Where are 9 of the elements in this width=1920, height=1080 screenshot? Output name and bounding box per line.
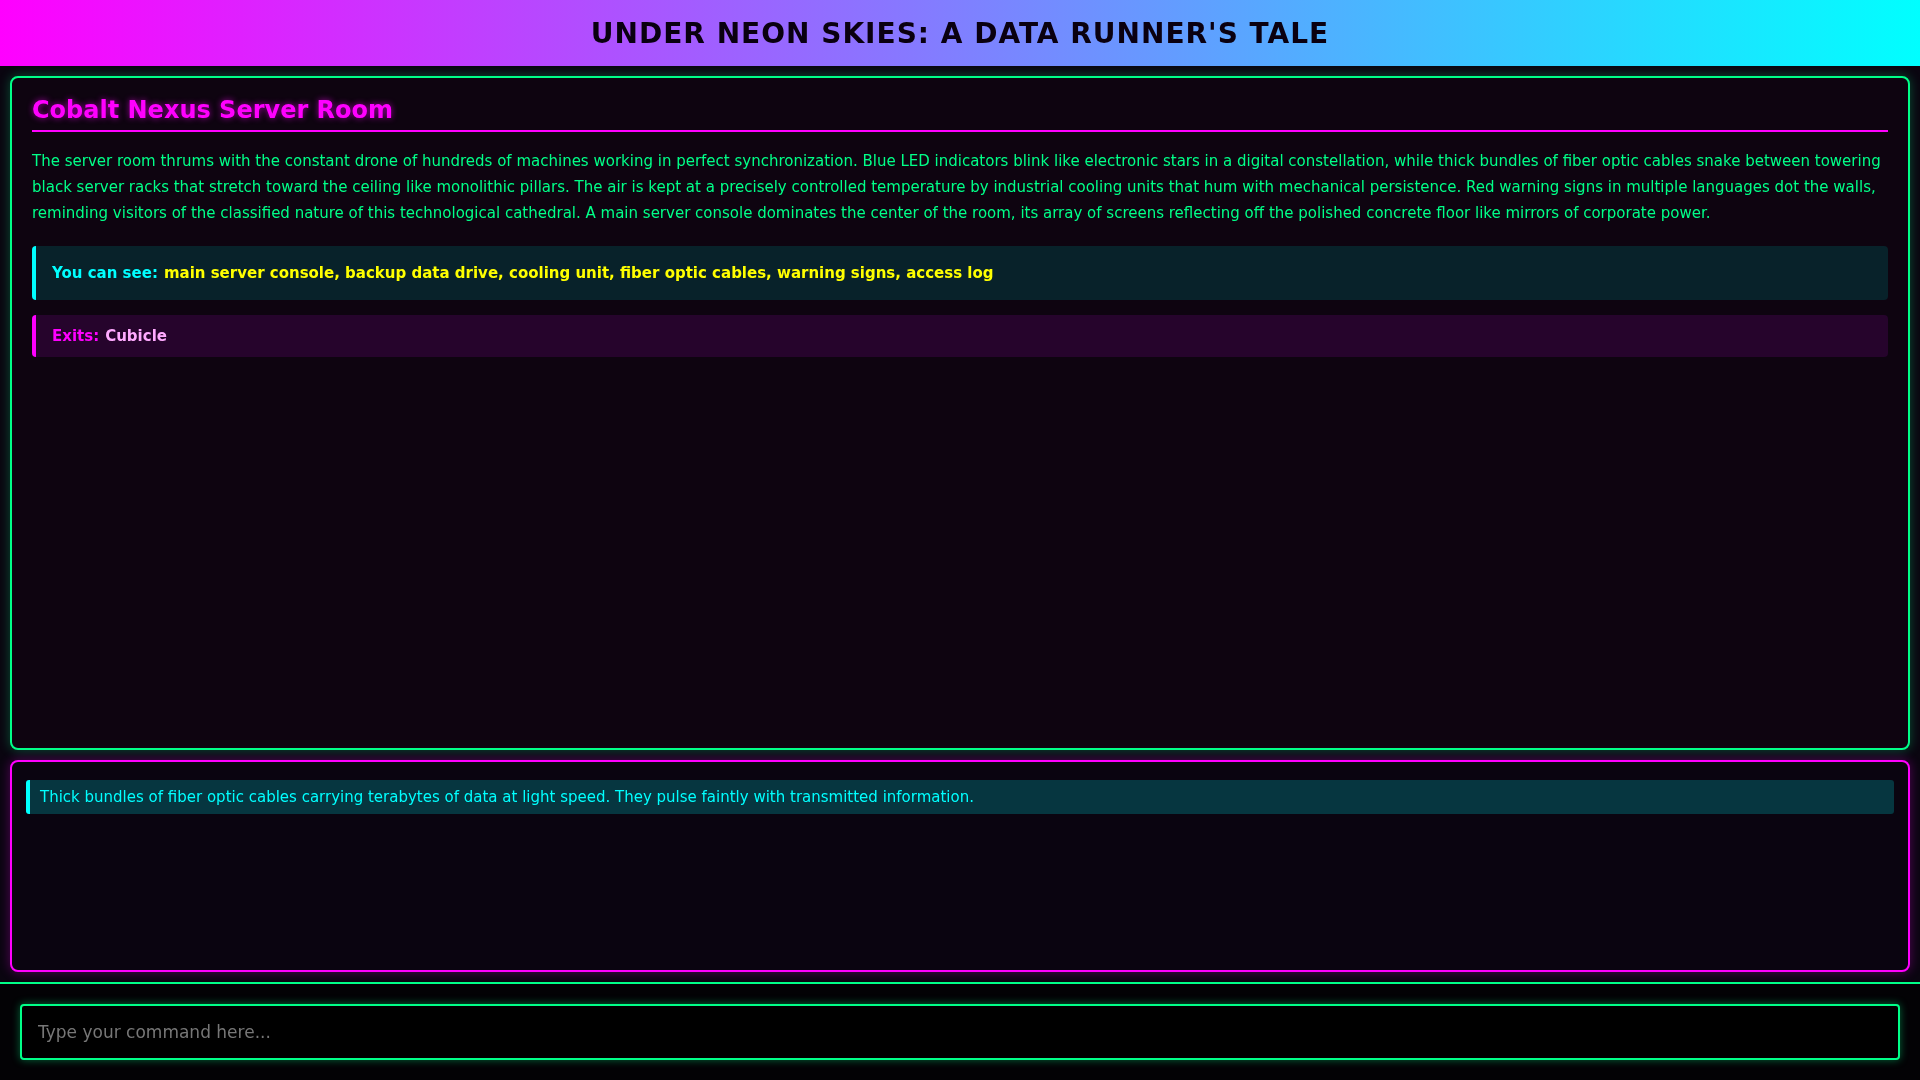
- section-value: Cubicle: [105, 327, 167, 345]
- message-text: Thick bundles of fiber optic cables carrying terabytes of data at light speed. They pulse faintly with transmitted information.: [26, 780, 1894, 814]
- section-label: Exits:: [52, 327, 100, 345]
- game-title: UNDER NEON SKIES: A DATA RUNNER'S TALE: [590, 16, 1330, 50]
- room-title: Cobalt Nexus Server Room: [32, 96, 1888, 132]
- command-input[interactable]: Type your command here...: [20, 1004, 1900, 1060]
- section-value: main server console, backup data drive, cooling unit, fiber optic cables, warning signs, access log: [163, 264, 994, 282]
- room-description: The server room thrums with the constant drone of hundreds of machines working in perfect synchronization. Blue LED indicators blink like electronic stars in a digital constellation, while thick bundles of fiber optic cables snake between towering black server racks that stretch toward the ceiling like monolithic pillars. The air is kept at a precisely controlled temperature by industrial cooling units that hum with mechanical persistence. Red warning signs in multiple languages dot the walls, reminding visitors of the classified nature of this technological cathedral. A main server console dominates the center of the room, its array of screens reflecting off the polished concrete floor like mirrors of corporate power.: [32, 151, 1882, 224]
- section-label: You can see:: [52, 264, 158, 282]
